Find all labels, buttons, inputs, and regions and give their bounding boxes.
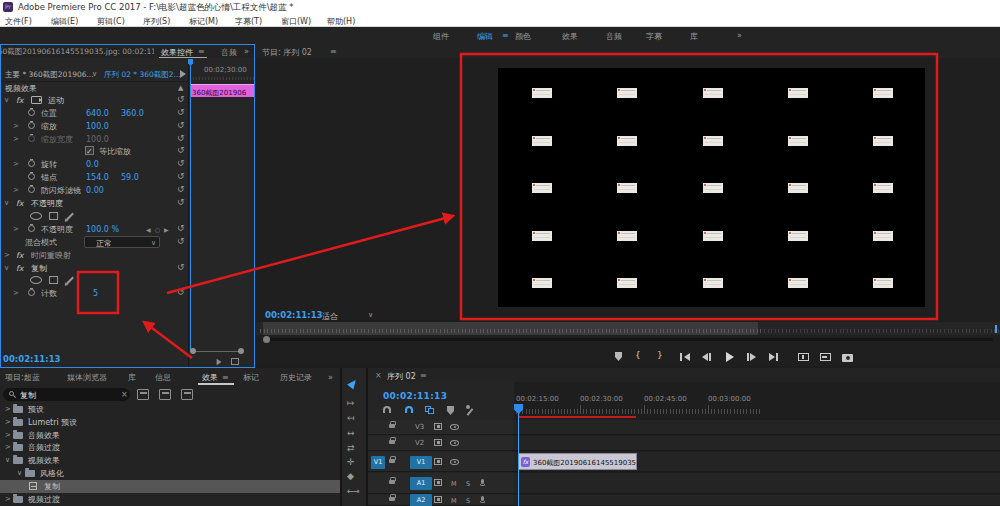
- s1: [437, 460, 440, 463]
- track-output-eye-icon[interactable]: [450, 424, 459, 430]
- s1: [437, 481, 440, 484]
- timeline-playhead-line[interactable]: [518, 405, 519, 506]
- s1: [437, 425, 440, 428]
- lock-icon[interactable]: [389, 497, 395, 501]
- track-output-eye-icon[interactable]: [450, 440, 459, 446]
- track-name-A2[interactable]: A2: [410, 494, 432, 506]
- sync-lock-icon[interactable]: [434, 423, 442, 430]
- sync-lock-icon[interactable]: [434, 496, 442, 503]
- s1: [437, 498, 440, 501]
- track-band-V3: [514, 420, 1000, 435]
- lock-icon[interactable]: [389, 480, 395, 484]
- render-bar-red: [518, 416, 636, 418]
- sync-lock-icon[interactable]: [434, 458, 442, 465]
- sync-lock-icon[interactable]: [434, 479, 442, 486]
- s1: [437, 441, 440, 444]
- track-name-V3[interactable]: V3: [415, 423, 424, 432]
- track-name-V1[interactable]: V1: [410, 456, 432, 469]
- lock-icon[interactable]: [389, 440, 395, 444]
- track-header-V1[interactable]: V1 V1: [368, 452, 514, 472]
- track-header-V3[interactable]: V3: [368, 420, 514, 435]
- track-header-V2[interactable]: V2: [368, 436, 514, 451]
- clip-fx-badge: fx: [521, 457, 530, 467]
- mic-icon-base: [480, 501, 485, 503]
- sync-lock-icon[interactable]: [434, 439, 442, 446]
- track-band-A1: [514, 473, 1000, 494]
- track-output-eye-icon[interactable]: [450, 459, 459, 465]
- mic-icon-base: [480, 484, 485, 486]
- track-name-V2[interactable]: V2: [415, 439, 424, 448]
- source-patch-V1[interactable]: V1: [371, 456, 385, 469]
- timeline-clip[interactable]: fx 360截图20190616145519035.jp: [518, 453, 637, 470]
- lock-icon[interactable]: [389, 459, 395, 463]
- solo-button[interactable]: S: [466, 497, 470, 506]
- clip-label: 360截图20190616145519035.jp: [533, 458, 637, 468]
- timeline-tracks: V3 V2 V1 V1 A1 MS A2 MS: [0, 0, 1000, 506]
- track-band-V2: [514, 436, 1000, 451]
- track-header-A1[interactable]: A1 MS: [368, 473, 514, 494]
- track-header-A2[interactable]: A2 MS: [368, 495, 514, 506]
- premiere-window: Pr Adobe Premiere Pro CC 2017 - F:\电影\超蓝…: [0, 0, 1000, 506]
- lock-icon[interactable]: [389, 424, 395, 428]
- mute-button[interactable]: M: [451, 480, 457, 489]
- track-name-A1[interactable]: A1: [410, 477, 432, 490]
- mute-button[interactable]: M: [451, 497, 457, 506]
- solo-button[interactable]: S: [466, 480, 470, 489]
- track-band-A2: [514, 495, 1000, 506]
